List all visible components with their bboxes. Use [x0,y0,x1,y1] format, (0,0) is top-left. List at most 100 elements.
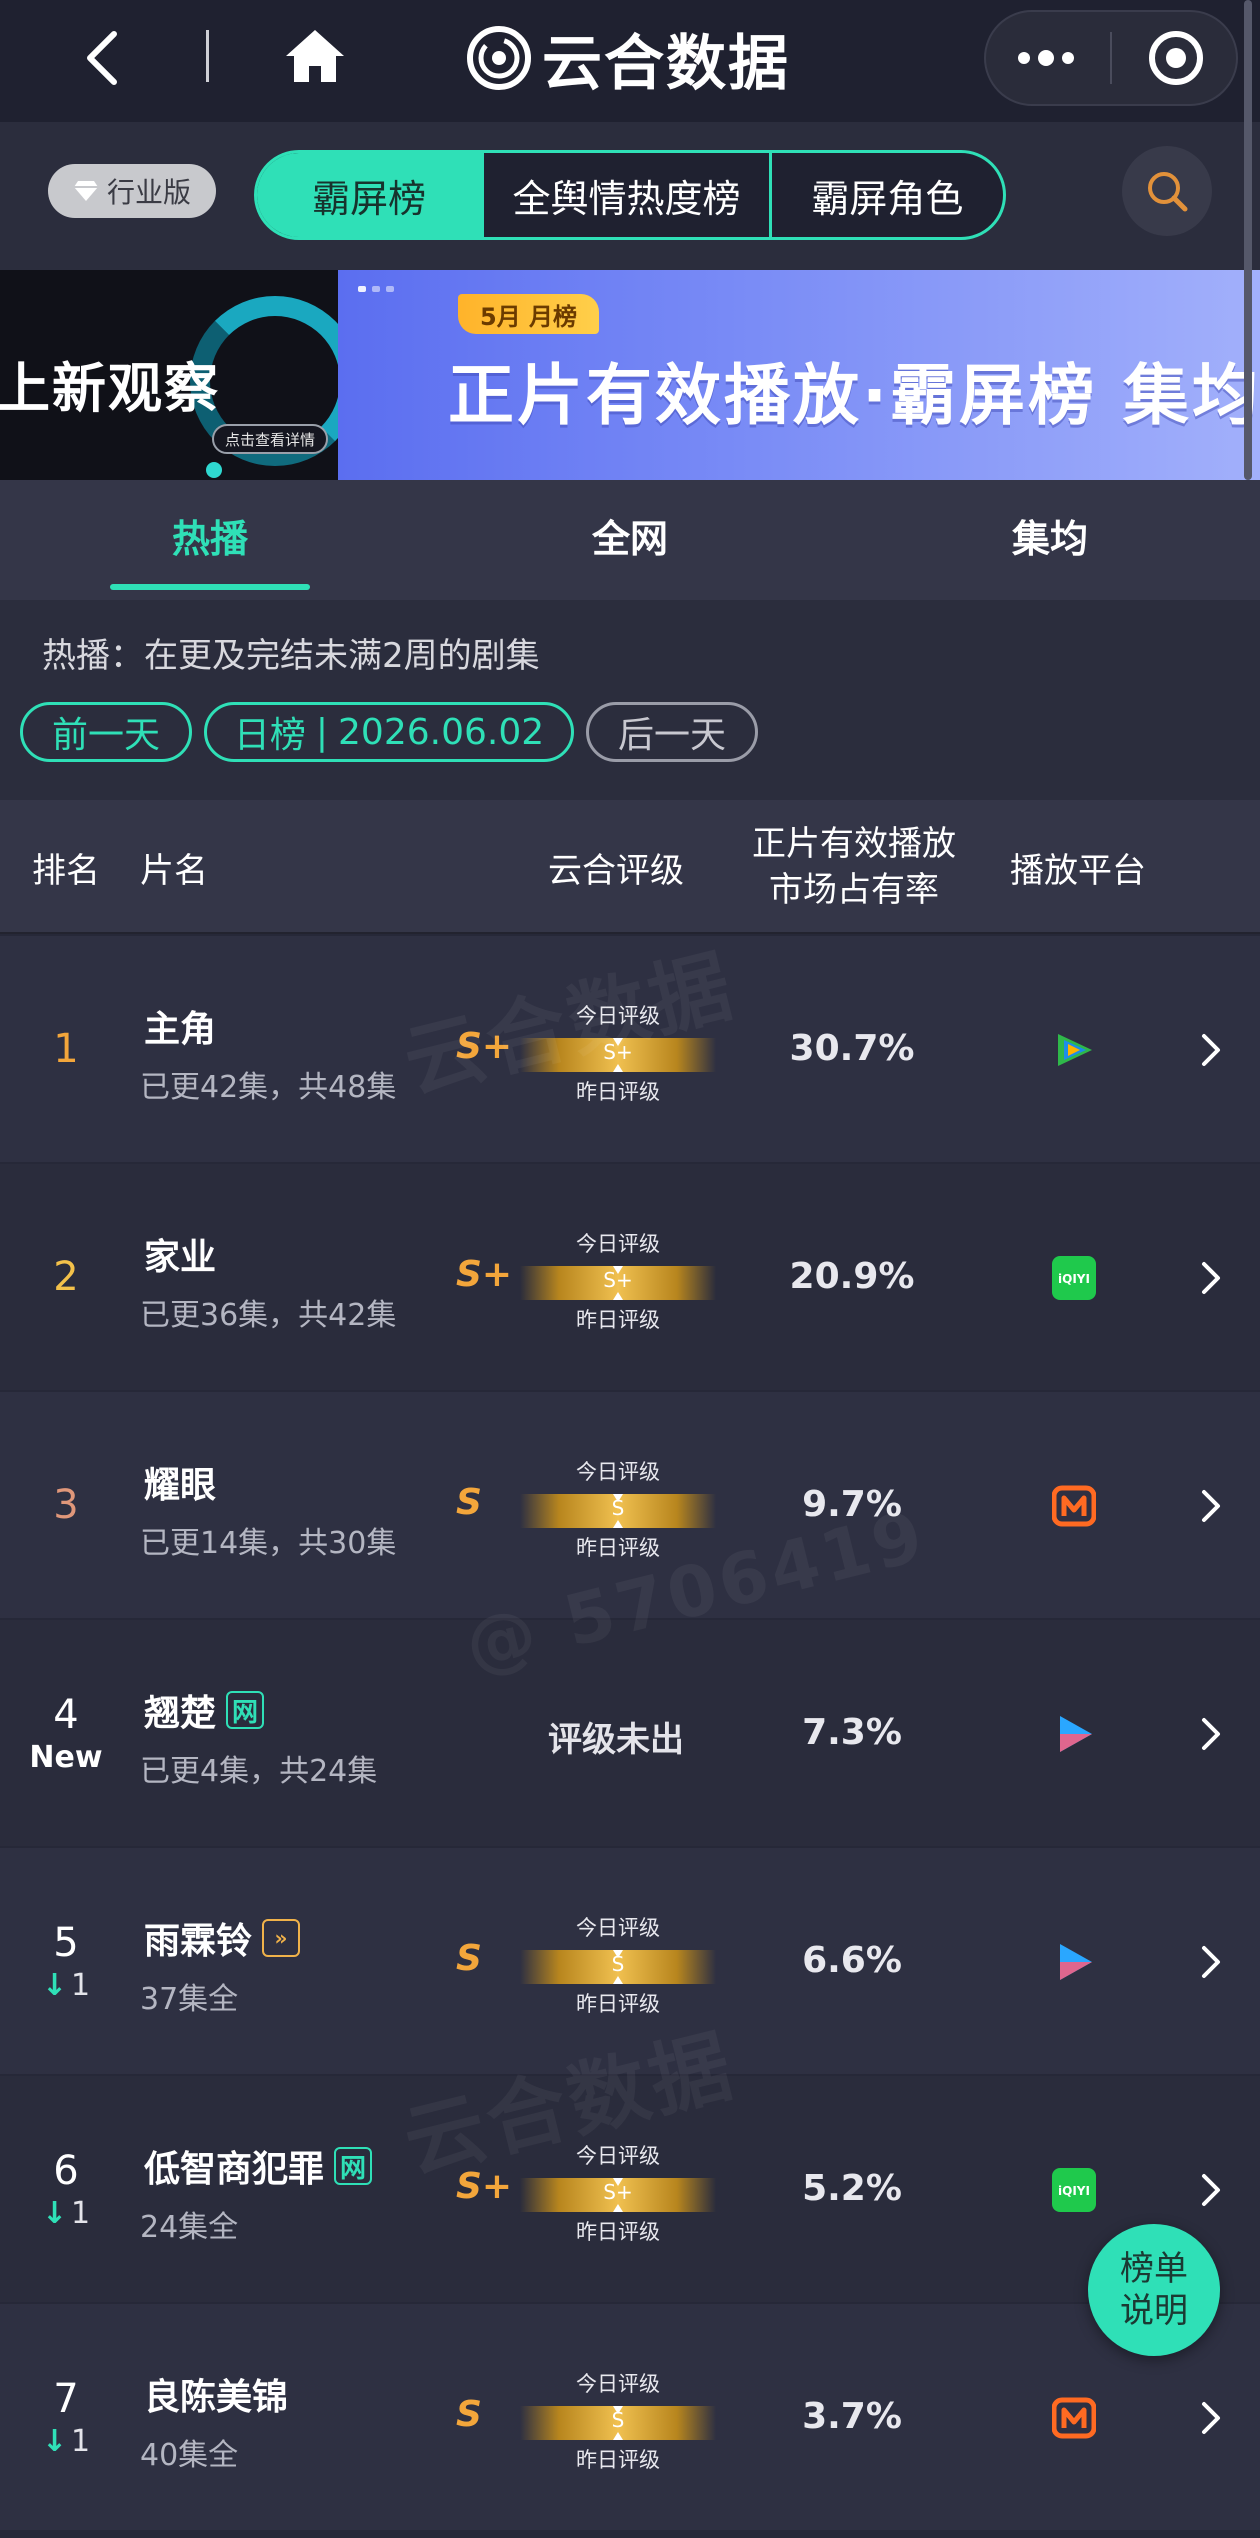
iqiyi-icon: iQIYI [1052,1256,1096,1300]
youku-icon [1060,1716,1092,1752]
banner-slide-current[interactable]: 5月 月榜 正片有效播放·霸屏榜 集均 [338,270,1260,480]
col-title-header: 片名 [140,850,208,891]
fast-forward-badge-icon: » [262,1919,301,1957]
show-title[interactable]: 低智商犯罪网 [144,2140,373,2192]
prev-day-button[interactable]: 前一天 [20,702,192,762]
yesterday-marker-icon [613,1976,623,1984]
edition-badge[interactable]: 行业版 [48,164,216,218]
chevron-right-icon[interactable] [1198,1716,1222,1752]
today-marker-icon [613,1950,623,1958]
show-title[interactable]: 良陈美锦 [144,2368,288,2420]
rank-cell: 4 New [20,1620,112,1846]
rank-down-arrow-icon: ↓ [41,2423,68,2459]
banner-slide-prev[interactable]: 上新观察 点击查看详情 [0,270,338,480]
rank-number: 7 [53,2375,79,2422]
chevron-right-icon[interactable] [1198,2172,1222,2208]
chevron-right-icon[interactable] [1198,1944,1222,1980]
show-title-text: 主角 [144,1009,217,1050]
grade-letter: S [456,2394,482,2435]
capsule-divider [1110,32,1112,84]
banner-pagination [358,286,394,292]
tab-character[interactable]: 霸屏角色 [768,153,1003,237]
market-share-value: 5.2% [802,2168,902,2209]
subtab-active-indicator [110,584,310,590]
show-title[interactable]: 雨霖铃» [144,1912,301,1964]
rank-change-value: 1 [71,2423,91,2459]
date-type-label: 日榜 [233,715,306,756]
today-grade-label: 今日评级 [576,1460,660,1484]
show-title[interactable]: 家业 [144,1228,216,1280]
subtab-hot[interactable]: 热播 [110,480,310,590]
app-title: 云合数据 [542,28,790,99]
show-title-text: 低智商犯罪 [144,2149,325,2190]
tab-public-opinion[interactable]: 全舆情热度榜 [481,153,769,237]
rank-change-value: 1 [71,1967,91,2003]
yesterday-marker-icon [613,1292,623,1300]
next-day-button[interactable]: 后一天 [586,702,758,762]
col-share-header: 正片有效播放 市场占有率 [752,800,956,934]
ranking-help-button[interactable]: 榜单 说明 [1088,2224,1220,2356]
diamond-icon [73,181,98,201]
nav-divider [206,30,209,82]
chevron-right-icon[interactable] [1198,1488,1222,1524]
grade-letter: S [456,1938,482,1979]
rank-cell: 1 [20,936,112,1162]
grade-letter: S+ [456,1254,513,1295]
close-target-icon[interactable] [1146,28,1206,88]
promo-banner[interactable]: 上新观察 点击查看详情 5月 月榜 正片有效播放·霸屏榜 集均 [0,270,1260,480]
mango-tv-icon [1052,1485,1096,1527]
show-title-text: 雨霖铃 [144,1921,253,1962]
col-rank-header: 排名 [32,850,100,891]
selected-date: 2026.06.02 [338,711,545,753]
chevron-right-icon[interactable] [1198,1032,1222,1068]
show-title-text: 翘楚 [144,1693,217,1734]
subtab-per-episode[interactable]: 集均 [950,480,1150,590]
chevron-right-icon[interactable] [1198,1260,1222,1296]
rank-change-value: 1 [71,2195,91,2231]
subtab-all-network[interactable]: 全网 [530,480,730,590]
yesterday-grade-label: 昨日评级 [576,1308,660,1332]
banner-cta[interactable]: 点击查看详情 [212,424,328,454]
web-drama-badge: 网 [226,1691,265,1729]
search-button[interactable] [1122,146,1212,236]
today-marker-icon [613,1266,623,1274]
today-grade-label: 今日评级 [576,1916,660,1940]
back-arrow-icon[interactable] [78,28,132,88]
banner-indicator-dot [206,462,222,478]
grade-meter: 今日评级 S 昨日评级 [520,2372,716,2472]
banner-left-title: 上新观察 [0,357,220,420]
today-marker-icon [613,2406,623,2414]
grade-letter: S [456,1482,482,1523]
rank-change: ↓ 1 [42,2196,90,2231]
episode-status: 37集全 [140,1982,239,2017]
episode-status: 已更4集，共24集 [140,1754,378,1789]
rank-number: 2 [53,1254,79,1300]
tab-screen-dominance[interactable]: 霸屏榜 [257,153,482,237]
page-scrollbar[interactable] [1244,0,1252,480]
market-share-value: 30.7% [789,1028,915,1069]
date-separator: | [315,711,329,753]
grade-meter: 今日评级 S 昨日评级 [520,1460,716,1560]
youku-icon [1060,1944,1092,1980]
episode-status: 已更42集，共48集 [140,1070,397,1105]
home-icon[interactable] [282,26,348,86]
rank-down-arrow-icon: ↓ [41,2195,68,2231]
rank-cell: 7 ↓ 1 [20,2304,112,2530]
rank-new-badge: New [29,1739,103,1775]
rank-cell: 3 [20,1392,112,1618]
show-title[interactable]: 主角 [144,1000,216,1052]
chevron-right-icon[interactable] [1198,2400,1222,2436]
grade-meter: 今日评级 S+ 昨日评级 [520,1232,716,1332]
col-platform-header: 播放平台 [1010,850,1146,891]
yesterday-grade-label: 昨日评级 [576,2220,660,2244]
show-title[interactable]: 耀眼 [144,1456,216,1508]
show-title[interactable]: 翘楚网 [144,1684,265,1736]
yesterday-marker-icon [613,2432,623,2440]
show-title-text: 耀眼 [144,1465,217,1506]
rank-cell: 6 ↓ 1 [20,2076,112,2302]
market-share-value: 20.9% [789,1256,915,1297]
more-options-icon[interactable] [1014,44,1078,72]
ranking-type-tabs: 霸屏榜 全舆情热度榜 霸屏角色 [254,150,1006,240]
yesterday-marker-icon [613,2204,623,2212]
date-picker-button[interactable]: 日榜 | 2026.06.02 [204,702,574,762]
